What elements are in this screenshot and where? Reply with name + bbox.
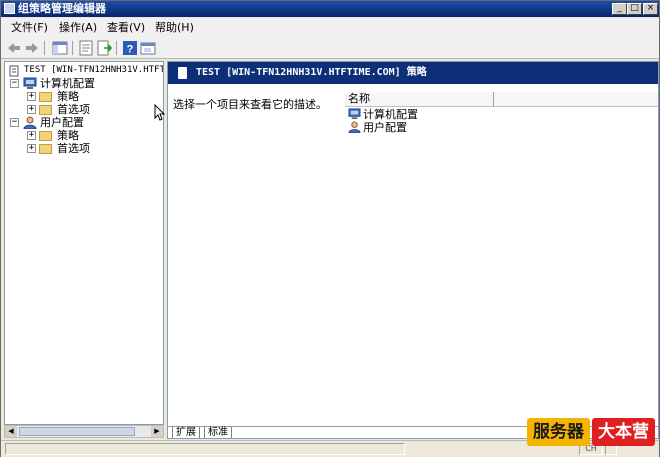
scroll-right-icon[interactable]: ▶ <box>151 426 163 437</box>
toolbar-separator <box>72 41 73 55</box>
tree-computer-policy-label: 策略 <box>57 90 79 103</box>
details-header: TEST [WIN-TFN12HNH31V.HTFTIME.COM] 策略 <box>168 62 658 84</box>
toolbar: ? <box>1 38 659 59</box>
collapse-computer-config[interactable]: − <box>10 79 19 88</box>
list-header: 名称 <box>345 92 658 107</box>
application-window: 组策略管理编辑器 _ □ × 文件(F) 操作(A) 查看(V) 帮助(H) ?… <box>0 0 660 457</box>
menu-help[interactable]: 帮助(H) <box>155 21 194 35</box>
menu-file[interactable]: 文件(F) <box>11 21 48 35</box>
expand-user-preferences[interactable]: + <box>27 144 36 153</box>
list-item-label: 计算机配置 <box>363 108 418 121</box>
scroll-left-icon[interactable]: ◀ <box>5 426 17 437</box>
policy-scroll-icon <box>178 67 187 79</box>
mouse-cursor-icon <box>154 104 166 121</box>
column-name-header[interactable]: 名称 <box>348 92 370 106</box>
expand-computer-policy[interactable]: + <box>27 92 36 101</box>
show-tree-icon[interactable] <box>52 40 68 56</box>
svg-text:?: ? <box>127 44 134 56</box>
menu-view[interactable]: 查看(V) <box>107 21 145 35</box>
folder-icon <box>39 105 52 115</box>
details-header-title: TEST [WIN-TFN12HNH31V.HTFTIME.COM] 策略 <box>196 67 427 78</box>
watermark-left: 服务器 <box>527 418 590 446</box>
status-cell <box>5 443 405 455</box>
column-divider[interactable] <box>493 92 494 106</box>
minimize-icon: _ <box>617 3 622 13</box>
tree-horizontal-scrollbar[interactable]: ◀ ▶ <box>4 425 164 438</box>
properties-icon[interactable] <box>78 40 94 56</box>
expand-user-policy[interactable]: + <box>27 131 36 140</box>
tab-standard[interactable]: 标准 <box>204 427 232 438</box>
computer-icon <box>23 77 37 89</box>
tree-computer-config-label: 计算机配置 <box>40 77 95 90</box>
tree-user-policy-label: 策略 <box>57 129 79 142</box>
policy-document-icon <box>9 65 19 77</box>
menu-action[interactable]: 操作(A) <box>59 21 97 35</box>
folder-icon <box>39 144 52 154</box>
toolbar-separator <box>44 41 45 55</box>
watermark-right: 大本营 <box>592 418 655 446</box>
help-icon[interactable]: ? <box>122 40 138 56</box>
tab-extended[interactable]: 扩展 <box>172 427 200 438</box>
folder-icon <box>39 131 52 141</box>
window-title: 组策略管理编辑器 <box>18 2 106 15</box>
collapse-user-config[interactable]: − <box>10 118 19 127</box>
tree-user-config-label: 用户配置 <box>40 116 84 129</box>
gpme-app-icon <box>4 3 15 14</box>
tree-root-label: TEST [WIN-TFN12HNH31V.HTFTIN <box>24 65 164 75</box>
console-tree-pane[interactable]: TEST [WIN-TFN12HNH31V.HTFTIN − 计算机配置 + 策… <box>4 61 164 425</box>
scrollbar-thumb[interactable] <box>19 427 135 436</box>
details-pane: TEST [WIN-TFN12HNH31V.HTFTIME.COM] 策略 选择… <box>167 61 659 439</box>
close-icon: × <box>646 3 655 13</box>
user-icon <box>23 116 37 129</box>
console-tree-icon[interactable] <box>140 40 156 56</box>
export-list-icon[interactable] <box>96 40 112 56</box>
toolbar-separator <box>116 41 117 55</box>
close-button[interactable]: × <box>643 3 658 15</box>
folder-icon <box>39 92 52 102</box>
title-bar: 组策略管理编辑器 _ □ × <box>1 1 659 17</box>
back-arrow-icon[interactable] <box>6 40 22 56</box>
expand-computer-preferences[interactable]: + <box>27 105 36 114</box>
user-icon <box>348 121 361 133</box>
computer-icon <box>348 108 361 120</box>
description-text: 选择一个项目来查看它的描述。 <box>173 98 327 111</box>
tree-computer-preferences-label: 首选项 <box>57 103 90 116</box>
forward-arrow-icon[interactable] <box>24 40 40 56</box>
maximize-button[interactable]: □ <box>627 3 642 15</box>
minimize-button[interactable]: _ <box>612 3 627 15</box>
menu-bar: 文件(F) 操作(A) 查看(V) 帮助(H) <box>1 18 659 39</box>
maximize-icon: □ <box>630 3 639 13</box>
tree-user-preferences-label: 首选项 <box>57 142 90 155</box>
list-item-label: 用户配置 <box>363 121 407 134</box>
